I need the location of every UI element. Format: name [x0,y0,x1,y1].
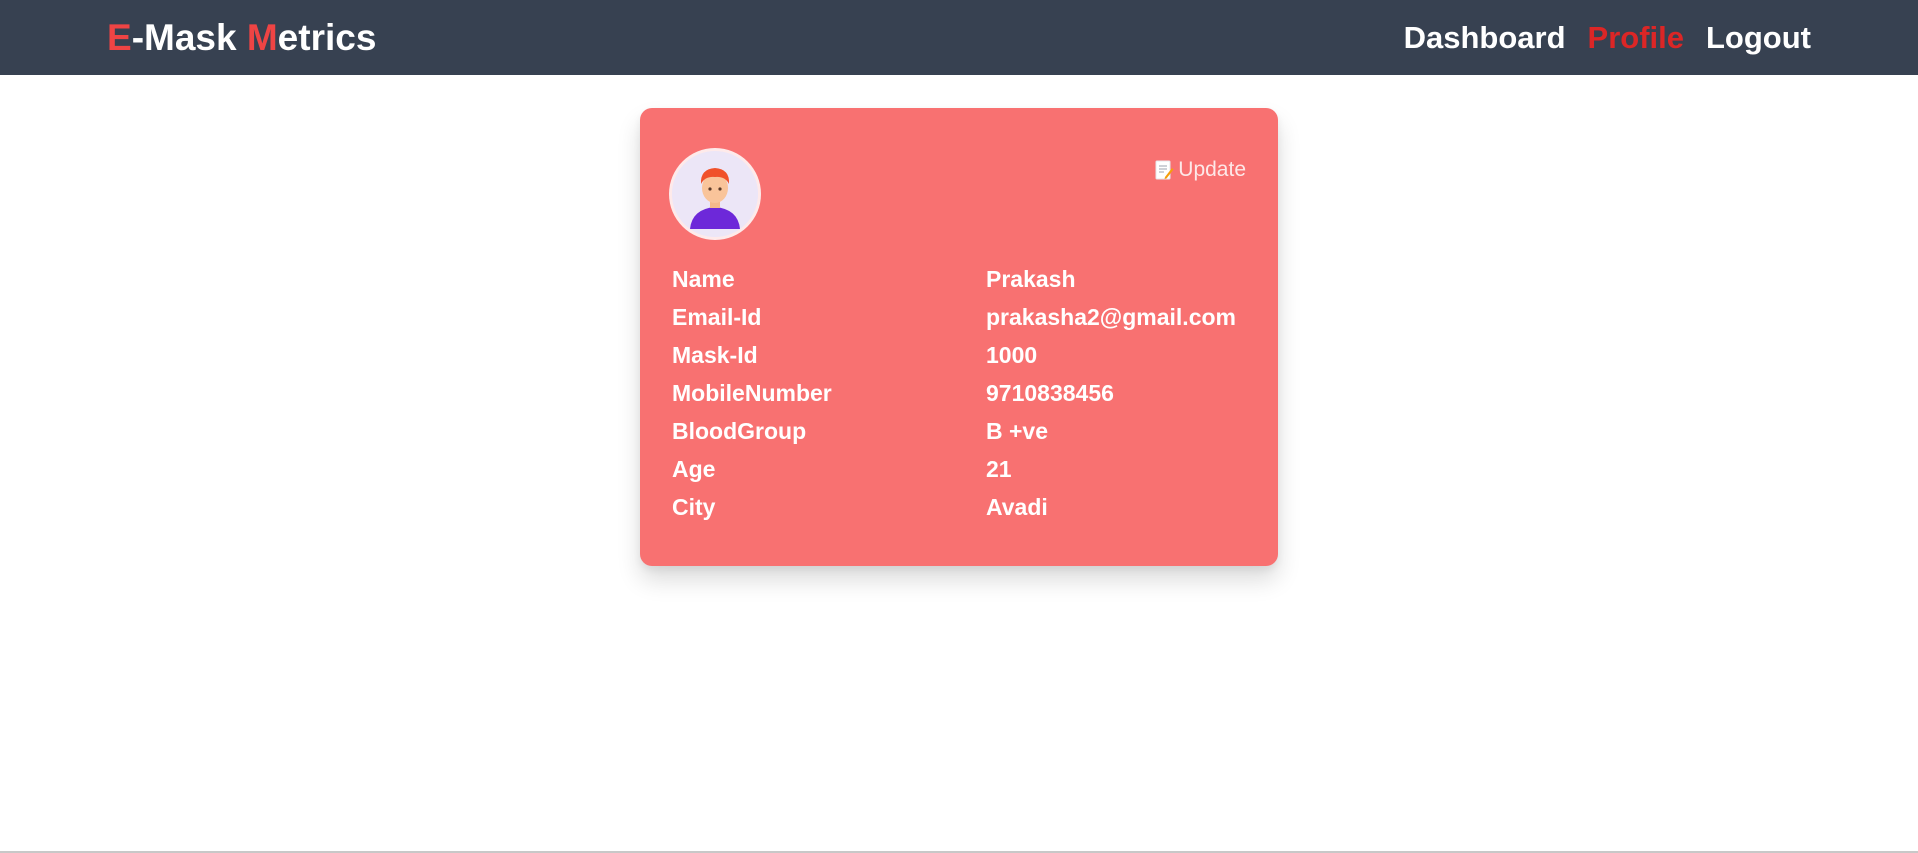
detail-label: MobileNumber [672,379,832,406]
detail-value: 21 [986,455,1012,482]
detail-value: 1000 [986,341,1038,368]
detail-value: B +ve [986,417,1049,444]
detail-row-mask-id: Mask-Id 1000 [672,336,1262,374]
nav-profile-link[interactable]: Profile [1588,20,1684,56]
detail-row-city: City Avadi [672,488,1262,526]
detail-value: prakasha2@gmail.com [986,303,1236,330]
detail-row-blood-group: BloodGroup B +ve [672,412,1262,450]
detail-label: Mask-Id [672,341,758,368]
update-button[interactable]: Update [1154,158,1246,182]
detail-value: Avadi [986,493,1048,520]
nav-dashboard-link[interactable]: Dashboard [1404,20,1566,56]
nav-logout-link[interactable]: Logout [1706,20,1811,56]
update-label: Update [1178,158,1246,181]
brand-text-mask: -Mask [131,17,247,58]
detail-row-age: Age 21 [672,450,1262,488]
brand-letter-m: M [246,17,278,58]
nav-links: Dashboard Profile Logout [1404,0,1811,75]
detail-value: Prakash [986,265,1076,292]
navbar: E-Mask Metrics Dashboard Profile Logout [0,0,1918,75]
brand-logo[interactable]: E-Mask Metrics [107,0,376,75]
brand-letter-e: E [107,17,132,58]
user-avatar-icon [672,151,758,237]
detail-row-mobile: MobileNumber 9710838456 [672,374,1262,412]
detail-row-name: Name Prakash [672,260,1262,298]
detail-row-email: Email-Id prakasha2@gmail.com [672,298,1262,336]
detail-label: Name [672,265,735,292]
detail-label: BloodGroup [672,417,807,444]
profile-card: Update Name Prakash Email-Id prakasha2@g… [640,108,1278,566]
memo-icon [1154,159,1174,181]
detail-label: Age [672,455,716,482]
detail-label: Email-Id [672,303,762,330]
detail-label: City [672,493,716,520]
detail-value: 9710838456 [986,379,1114,406]
brand-text-etrics: etrics [277,17,377,58]
profile-details: Name Prakash Email-Id prakasha2@gmail.co… [672,260,1262,526]
